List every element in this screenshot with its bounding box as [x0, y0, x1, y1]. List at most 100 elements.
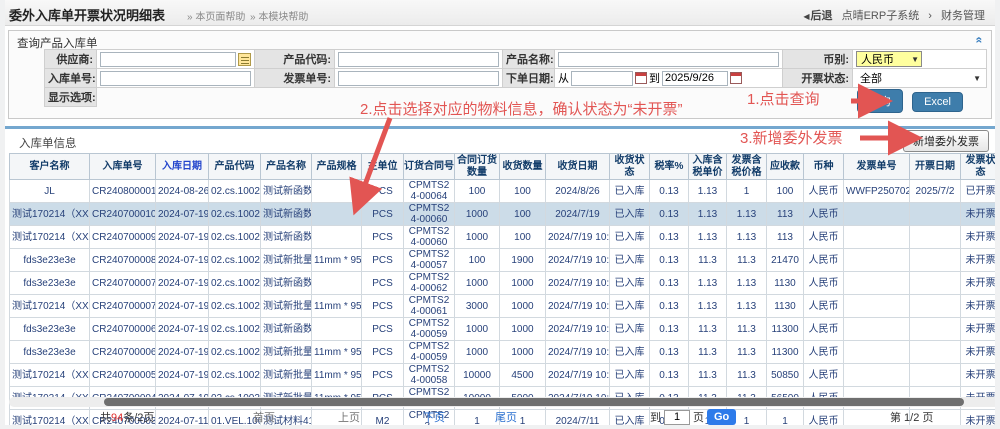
first-page-link[interactable]: 首页: [253, 409, 275, 425]
table-cell[interactable]: 未开票: [961, 226, 1000, 249]
table-cell[interactable]: 已入库: [610, 203, 650, 226]
table-cell[interactable]: [844, 318, 910, 341]
date-to-input[interactable]: [662, 71, 728, 86]
table-cell[interactable]: 已入库: [610, 272, 650, 295]
invoice-status-select[interactable]: 全部▼: [856, 70, 983, 86]
table-cell[interactable]: 02.cs.100241: [209, 180, 261, 203]
table-cell[interactable]: 2024-07-19: [156, 364, 209, 387]
table-cell[interactable]: 1000: [455, 272, 500, 295]
table-cell[interactable]: 11.3: [689, 341, 727, 364]
table-cell[interactable]: 11.3: [689, 364, 727, 387]
table-cell[interactable]: 50850: [767, 364, 804, 387]
table-cell[interactable]: 1.13: [727, 203, 767, 226]
table-cell[interactable]: 人民币: [804, 226, 844, 249]
table-row[interactable]: JLCR2408000012024-08-2602.cs.100241测试新函数…: [10, 180, 1000, 203]
table-cell[interactable]: [844, 203, 910, 226]
table-cell[interactable]: 0.13: [650, 249, 689, 272]
table-cell[interactable]: 11mm * 95m: [312, 364, 362, 387]
table-cell[interactable]: 11300: [767, 318, 804, 341]
product-name-input[interactable]: [558, 52, 779, 67]
table-row[interactable]: 测试170214（XX）CR2407000052024-07-1902.cs.1…: [10, 364, 1000, 387]
table-row[interactable]: fds3e23e3eCR2407000072024-07-1902.cs.100…: [10, 272, 1000, 295]
table-cell[interactable]: 测试新函数成: [261, 318, 312, 341]
table-cell[interactable]: 1000: [500, 341, 546, 364]
table-cell[interactable]: [910, 203, 961, 226]
table-row[interactable]: 测试170214（XX）CR2407000092024-07-1902.cs.1…: [10, 226, 1000, 249]
table-cell[interactable]: 2024-07-19: [156, 203, 209, 226]
table-row[interactable]: fds3e23e3eCR2407000062024-07-1902.cs.100…: [10, 341, 1000, 364]
table-cell[interactable]: 2024-07-19: [156, 226, 209, 249]
table-cell[interactable]: [312, 203, 362, 226]
table-cell[interactable]: [844, 364, 910, 387]
table-cell[interactable]: CPMTS24-00062: [404, 272, 455, 295]
table-cell[interactable]: 11.3: [727, 318, 767, 341]
horizontal-scrollbar-track[interactable]: [9, 397, 1000, 407]
search-button[interactable]: 查询: [857, 89, 903, 113]
table-cell[interactable]: CR240700010: [90, 203, 156, 226]
table-row[interactable]: 测试170214（XX）CR2407000102024-07-1902.cs.1…: [10, 203, 1000, 226]
table-cell[interactable]: [910, 272, 961, 295]
table-cell[interactable]: 1000: [500, 295, 546, 318]
table-cell[interactable]: 02.cs.100241: [209, 272, 261, 295]
table-cell[interactable]: 1000: [500, 318, 546, 341]
table-cell[interactable]: 0.13: [650, 180, 689, 203]
table-cell[interactable]: 已入库: [610, 318, 650, 341]
table-cell[interactable]: CR240700006: [90, 318, 156, 341]
table-cell[interactable]: 100: [455, 180, 500, 203]
table-cell[interactable]: 1.13: [689, 203, 727, 226]
table-cell[interactable]: PCS: [362, 364, 404, 387]
table-cell[interactable]: PCS: [362, 249, 404, 272]
table-cell[interactable]: 11.3: [689, 318, 727, 341]
module-help-link[interactable]: » 本模块帮助: [250, 8, 308, 23]
table-cell[interactable]: 2024-07-19: [156, 249, 209, 272]
table-cell[interactable]: [844, 272, 910, 295]
table-cell[interactable]: 10000: [455, 364, 500, 387]
table-cell[interactable]: 测试170214（XX）: [10, 364, 90, 387]
calendar-icon[interactable]: [730, 72, 742, 84]
table-cell[interactable]: 1130: [767, 295, 804, 318]
table-cell[interactable]: 02.cs.100241: [209, 318, 261, 341]
table-cell[interactable]: 人民币: [804, 364, 844, 387]
table-cell[interactable]: 测试新批量领: [261, 249, 312, 272]
table-cell[interactable]: 人民币: [804, 203, 844, 226]
table-cell[interactable]: 02.cs.100246: [209, 364, 261, 387]
table-cell[interactable]: 1.13: [689, 226, 727, 249]
table-cell[interactable]: 已入库: [610, 180, 650, 203]
supplier-input[interactable]: [100, 52, 236, 67]
table-cell[interactable]: 1.13: [727, 226, 767, 249]
table-cell[interactable]: 2024/7/19 10:: [546, 272, 610, 295]
table-cell[interactable]: 2024/7/19 10:: [546, 226, 610, 249]
table-row[interactable]: 测试170214（XX）CR2407000072024-07-1902.cs.1…: [10, 295, 1000, 318]
table-cell[interactable]: 02.cs.100246: [209, 295, 261, 318]
table-cell[interactable]: 4500: [500, 364, 546, 387]
table-cell[interactable]: 测试170214（XX）: [10, 295, 90, 318]
table-cell[interactable]: 测试新函数成: [261, 180, 312, 203]
table-cell[interactable]: 已入库: [610, 249, 650, 272]
table-cell[interactable]: 已入库: [610, 295, 650, 318]
date-from-input[interactable]: [571, 71, 633, 86]
next-page-link[interactable]: 下页: [423, 409, 445, 425]
table-cell[interactable]: 11mm * 95m: [312, 295, 362, 318]
table-cell[interactable]: 11.3: [727, 341, 767, 364]
table-cell[interactable]: [910, 364, 961, 387]
table-cell[interactable]: 1.13: [689, 180, 727, 203]
table-cell[interactable]: [910, 226, 961, 249]
table-cell[interactable]: 未开票: [961, 272, 1000, 295]
table-cell[interactable]: [910, 318, 961, 341]
back-icon[interactable]: ◀: [803, 12, 809, 21]
table-cell[interactable]: [910, 341, 961, 364]
table-cell[interactable]: CPMTS24-00061: [404, 295, 455, 318]
table-row[interactable]: fds3e23e3eCR2407000082024-07-1902.cs.100…: [10, 249, 1000, 272]
table-cell[interactable]: 2024/8/26: [546, 180, 610, 203]
table-cell[interactable]: PCS: [362, 295, 404, 318]
table-cell[interactable]: 0.13: [650, 295, 689, 318]
table-cell[interactable]: 11.3: [727, 249, 767, 272]
table-cell[interactable]: WWFP250702001: [844, 180, 910, 203]
table-cell[interactable]: 未开票: [961, 295, 1000, 318]
table-cell[interactable]: 未开票: [961, 364, 1000, 387]
table-cell[interactable]: PCS: [362, 341, 404, 364]
table-cell[interactable]: 人民币: [804, 295, 844, 318]
table-cell[interactable]: 100: [455, 249, 500, 272]
table-cell[interactable]: 1000: [455, 226, 500, 249]
table-cell[interactable]: 测试170214（XX）: [10, 226, 90, 249]
